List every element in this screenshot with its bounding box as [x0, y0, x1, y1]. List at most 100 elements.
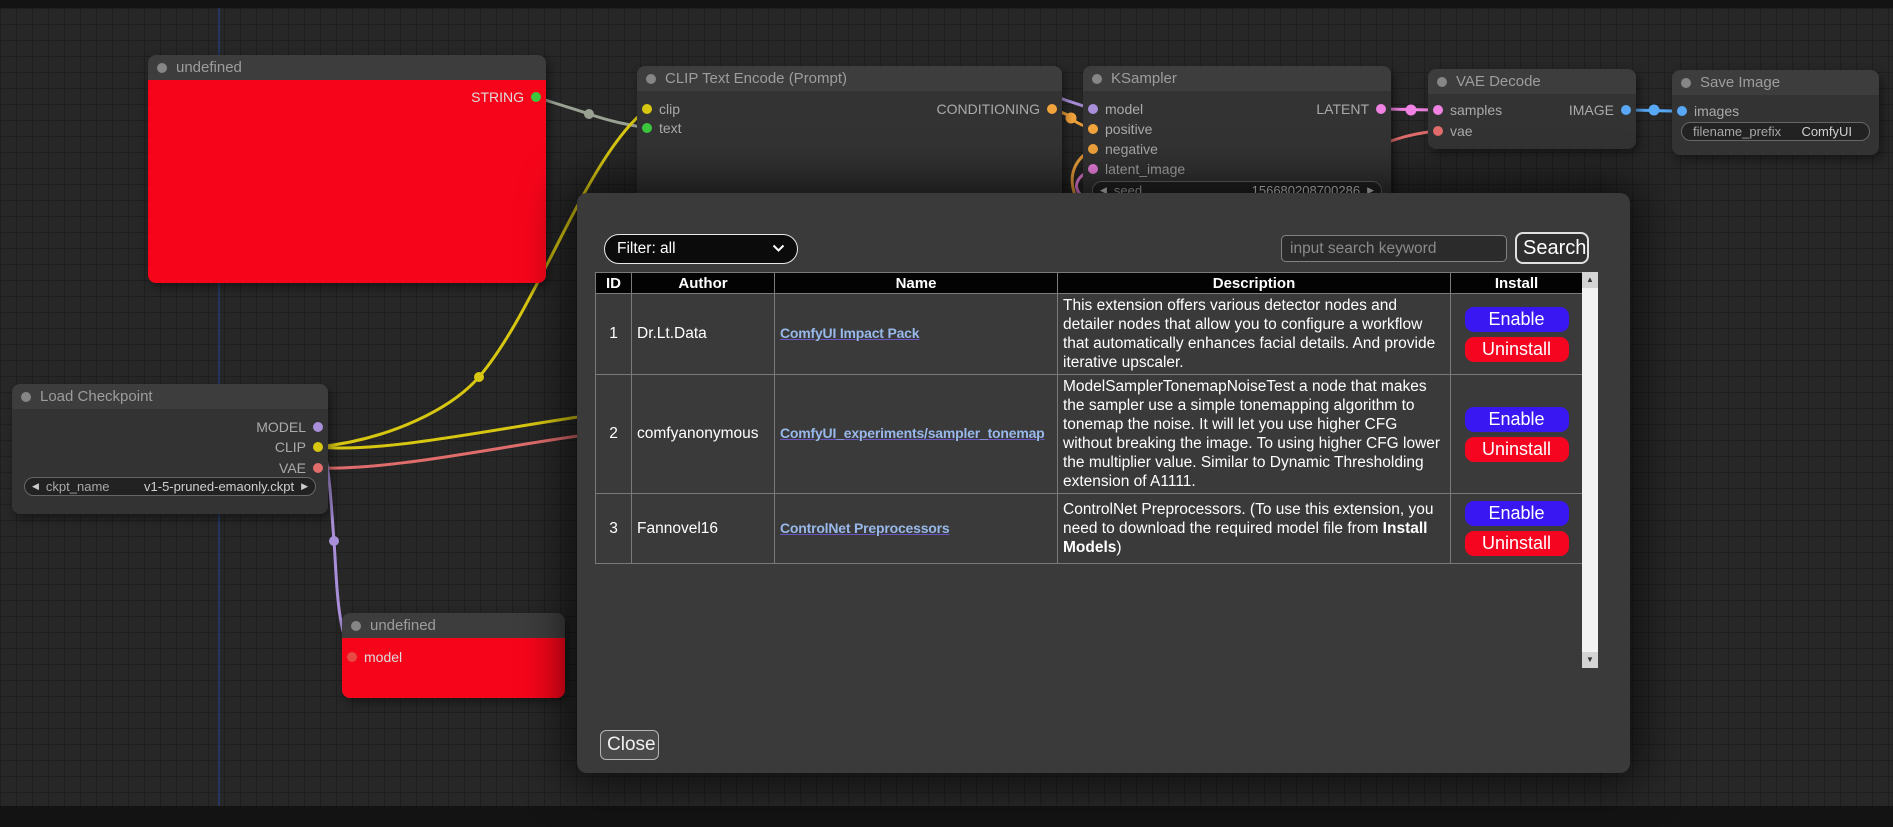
input-slot-model[interactable] [1088, 104, 1098, 114]
input-slot-label: latent_image [1105, 161, 1185, 177]
ckpt-name-widget[interactable]: ◀ ckpt_name v1-5-pruned-emaonly.ckpt ▶ [24, 477, 316, 496]
node-collapse-dot[interactable] [1681, 78, 1691, 88]
node-load-checkpoint[interactable]: Load Checkpoint MODEL CLIP VAE ◀ ckpt_na… [12, 384, 328, 514]
input-slot-label: text [659, 120, 682, 136]
input-slot-text[interactable] [642, 123, 652, 133]
output-slot-label: CLIP [275, 439, 306, 455]
node-collapse-dot[interactable] [351, 621, 361, 631]
extension-table-wrap: ID Author Name Description Install 1 Dr.… [595, 272, 1598, 668]
cell-description: ModelSamplerTonemapNoiseTest a node that… [1058, 375, 1451, 494]
table-header-row: ID Author Name Description Install [596, 273, 1583, 294]
node-undefined-top[interactable]: undefined STRING [148, 55, 546, 283]
filter-select-value: Filter: all [617, 240, 676, 258]
filter-select[interactable]: Filter: all [604, 234, 798, 264]
node-title: KSampler [1111, 70, 1177, 87]
extension-link[interactable]: ControlNet Preprocessors [780, 520, 949, 536]
prev-arrow-icon[interactable]: ◀ [32, 482, 39, 491]
output-slot-conditioning[interactable] [1047, 104, 1057, 114]
uninstall-button[interactable]: Uninstall [1465, 531, 1569, 556]
scroll-up-icon[interactable]: ▲ [1582, 272, 1598, 288]
node-title-bar[interactable]: undefined [148, 55, 546, 80]
reroute-dot[interactable] [329, 536, 339, 546]
input-slot-model[interactable] [347, 652, 357, 662]
cell-install: Enable Uninstall [1451, 375, 1583, 494]
output-slot-label: VAE [279, 460, 306, 476]
node-collapse-dot[interactable] [1092, 74, 1102, 84]
node-title: Save Image [1700, 74, 1780, 91]
scroll-down-icon[interactable]: ▼ [1582, 652, 1598, 668]
node-title: undefined [370, 617, 436, 634]
node-title-bar[interactable]: Save Image [1672, 70, 1879, 95]
extension-link[interactable]: ComfyUI Impact Pack [780, 325, 919, 341]
cell-install: Enable Uninstall [1451, 294, 1583, 375]
manager-dialog: Filter: all Search ID Author Name Descri… [577, 193, 1630, 773]
table-row: 2 comfyanonymous ComfyUI_experiments/sam… [596, 375, 1583, 494]
search-button[interactable]: Search [1515, 232, 1589, 264]
node-collapse-dot[interactable] [646, 74, 656, 84]
header-name: Name [775, 273, 1058, 294]
cell-description: This extension offers various detector n… [1058, 294, 1451, 375]
node-collapse-dot[interactable] [21, 392, 31, 402]
cell-id: 3 [596, 494, 632, 564]
input-slot-latent-image[interactable] [1088, 164, 1098, 174]
output-slot-label: CONDITIONING [937, 101, 1040, 117]
input-slot-label: images [1694, 103, 1739, 119]
input-slot-label: positive [1105, 121, 1152, 137]
search-input[interactable] [1281, 235, 1507, 262]
node-title-bar[interactable]: Load Checkpoint [12, 384, 328, 409]
next-arrow-icon[interactable]: ▶ [301, 482, 308, 491]
output-slot-label: STRING [471, 89, 524, 105]
output-slot-vae[interactable] [313, 463, 323, 473]
node-collapse-dot[interactable] [157, 63, 167, 73]
input-slot-negative[interactable] [1088, 144, 1098, 154]
enable-button[interactable]: Enable [1465, 407, 1569, 432]
enable-button[interactable]: Enable [1465, 501, 1569, 526]
input-slot-images[interactable] [1677, 106, 1687, 116]
uninstall-button[interactable]: Uninstall [1465, 437, 1569, 462]
node-body: images filename_prefix ComfyUI [1672, 95, 1879, 155]
uninstall-button[interactable]: Uninstall [1465, 337, 1569, 362]
input-slot-vae[interactable] [1433, 126, 1443, 136]
filename-prefix-widget[interactable]: filename_prefix ComfyUI [1681, 122, 1870, 141]
input-slot-label: vae [1450, 123, 1473, 139]
cell-id: 2 [596, 375, 632, 494]
output-slot-string[interactable] [531, 92, 541, 102]
node-undefined-bottom[interactable]: undefined model [342, 613, 565, 698]
node-save-image[interactable]: Save Image images filename_prefix ComfyU… [1672, 70, 1879, 155]
cell-install: Enable Uninstall [1451, 494, 1583, 564]
table-row: 3 Fannovel16 ControlNet Preprocessors Co… [596, 494, 1583, 564]
node-title: CLIP Text Encode (Prompt) [665, 70, 847, 87]
widget-label: filename_prefix [1693, 124, 1781, 139]
cell-author: Dr.Lt.Data [632, 294, 775, 375]
close-button[interactable]: Close [600, 730, 659, 760]
node-collapse-dot[interactable] [1437, 77, 1447, 87]
node-body: samples vae IMAGE [1428, 94, 1636, 149]
node-title-bar[interactable]: CLIP Text Encode (Prompt) [637, 66, 1062, 91]
reroute-dot[interactable] [584, 109, 594, 119]
output-slot-model[interactable] [313, 422, 323, 432]
widget-label: ckpt_name [46, 479, 110, 494]
node-title-bar[interactable]: VAE Decode [1428, 69, 1636, 94]
reroute-dot[interactable] [1066, 113, 1077, 124]
input-slot-positive[interactable] [1088, 124, 1098, 134]
input-slot-clip[interactable] [642, 104, 652, 114]
extension-link[interactable]: ComfyUI_experiments/sampler_tonemap [780, 425, 1045, 441]
scrollbar-thumb[interactable] [1582, 288, 1598, 652]
reroute-dot[interactable] [474, 372, 484, 382]
output-slot-image[interactable] [1621, 105, 1631, 115]
comfyui-canvas[interactable]: undefined STRING CLIP Text Encode (Promp… [0, 0, 1893, 827]
table-scrollbar[interactable]: ▲ ▼ [1582, 272, 1598, 668]
enable-button[interactable]: Enable [1465, 307, 1569, 332]
input-slot-label: negative [1105, 141, 1158, 157]
reroute-dot[interactable] [1406, 105, 1417, 116]
input-slot-samples[interactable] [1433, 105, 1443, 115]
output-slot-label: MODEL [256, 419, 306, 435]
reroute-dot[interactable] [1649, 105, 1660, 116]
node-title: VAE Decode [1456, 73, 1541, 90]
node-title-bar[interactable]: KSampler [1083, 66, 1391, 91]
node-title-bar[interactable]: undefined [342, 613, 565, 638]
output-slot-clip[interactable] [313, 442, 323, 452]
output-slot-latent[interactable] [1376, 104, 1386, 114]
node-vae-decode[interactable]: VAE Decode samples vae IMAGE [1428, 69, 1636, 149]
input-slot-label: model [364, 649, 402, 665]
